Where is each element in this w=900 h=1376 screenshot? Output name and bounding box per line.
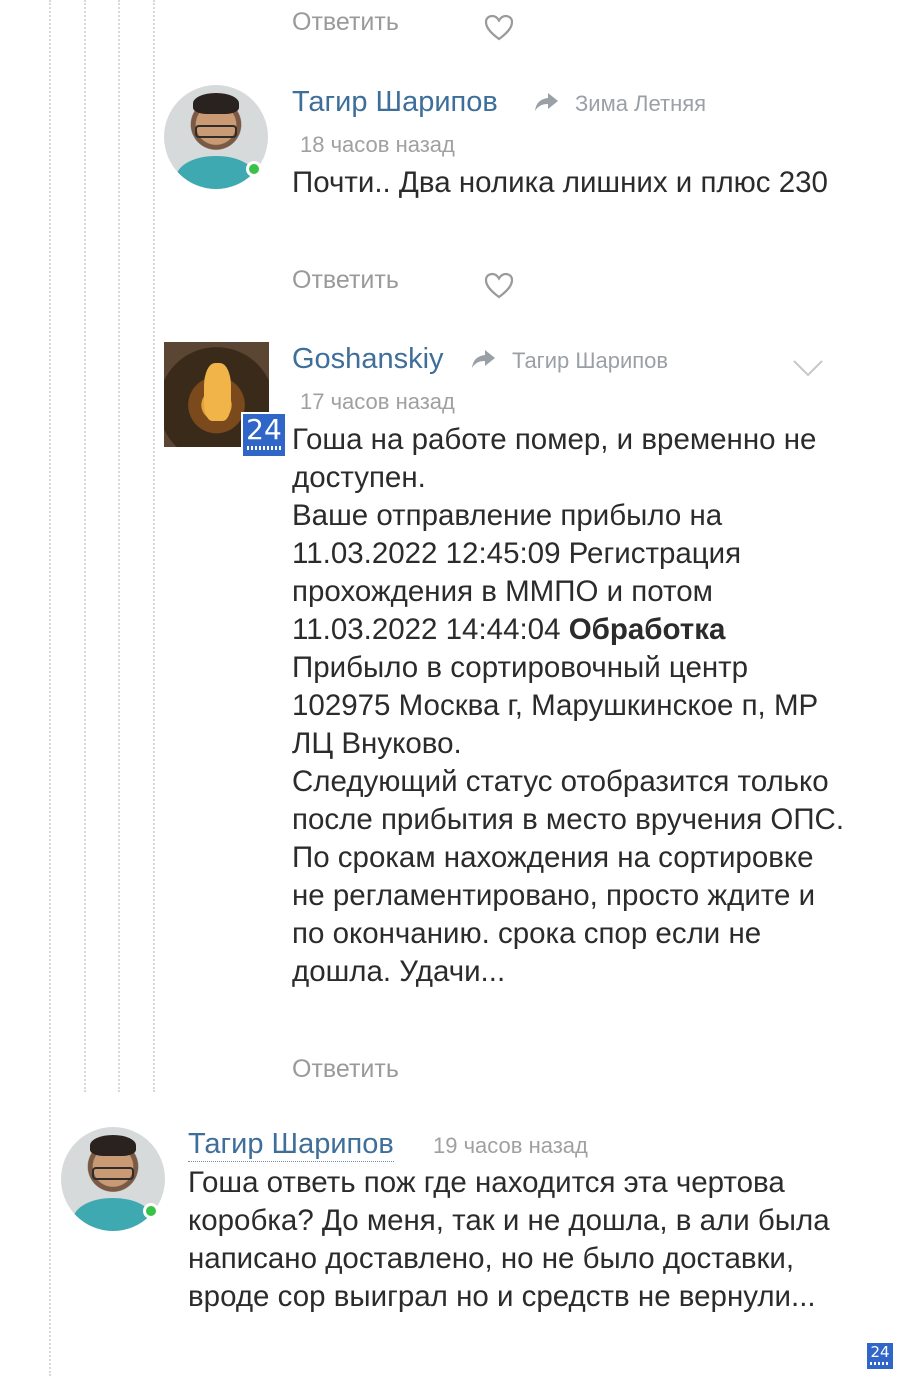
site-logo-badge: 24: [867, 1343, 893, 1369]
comment-text: Почти.. Два нолика лишних и плюс 230: [292, 166, 828, 199]
comment-text: Гоша ответь пож где находится эта чертов…: [188, 1166, 830, 1313]
online-status-indicator: [143, 1203, 159, 1219]
comment-paragraph: Ваше отправление прибыло на 11.03.2022 1…: [292, 499, 819, 760]
heart-icon[interactable]: [484, 272, 514, 300]
reply-to-name[interactable]: Зима Летняя: [575, 91, 706, 117]
comment-paragraph: Гоша на работе помер, и временно не дост…: [292, 423, 817, 494]
author-name[interactable]: Goshanskiy: [292, 343, 444, 376]
reply-button[interactable]: Ответить: [292, 8, 399, 37]
reply-arrow-icon: [472, 350, 495, 368]
thread-indent-line: [118, 0, 120, 1092]
level-badge: 24: [241, 412, 287, 458]
thread-indent-line: [84, 0, 86, 1092]
timestamp: 18 часов назад: [300, 132, 455, 157]
online-status-indicator: [246, 161, 262, 177]
timestamp: 19 часов назад: [433, 1133, 588, 1158]
comment-paragraph: Следующий статус отобразится только посл…: [292, 765, 845, 988]
thread-indent-line: [49, 0, 51, 1376]
chevron-down-icon[interactable]: [792, 358, 824, 378]
author-name[interactable]: Тагир Шарипов: [188, 1128, 394, 1162]
reply-button[interactable]: Ответить: [292, 1055, 399, 1084]
reply-arrow-icon: [535, 93, 558, 111]
thread-indent-line: [153, 0, 155, 1092]
timestamp: 17 часов назад: [300, 389, 455, 414]
reply-button[interactable]: Ответить: [292, 266, 399, 295]
comment-text: Гоша на работе помер, и временно не дост…: [292, 421, 852, 991]
heart-icon[interactable]: [484, 14, 514, 42]
author-name[interactable]: Тагир Шарипов: [292, 86, 498, 119]
reply-to-name[interactable]: Тагир Шарипов: [512, 348, 668, 374]
